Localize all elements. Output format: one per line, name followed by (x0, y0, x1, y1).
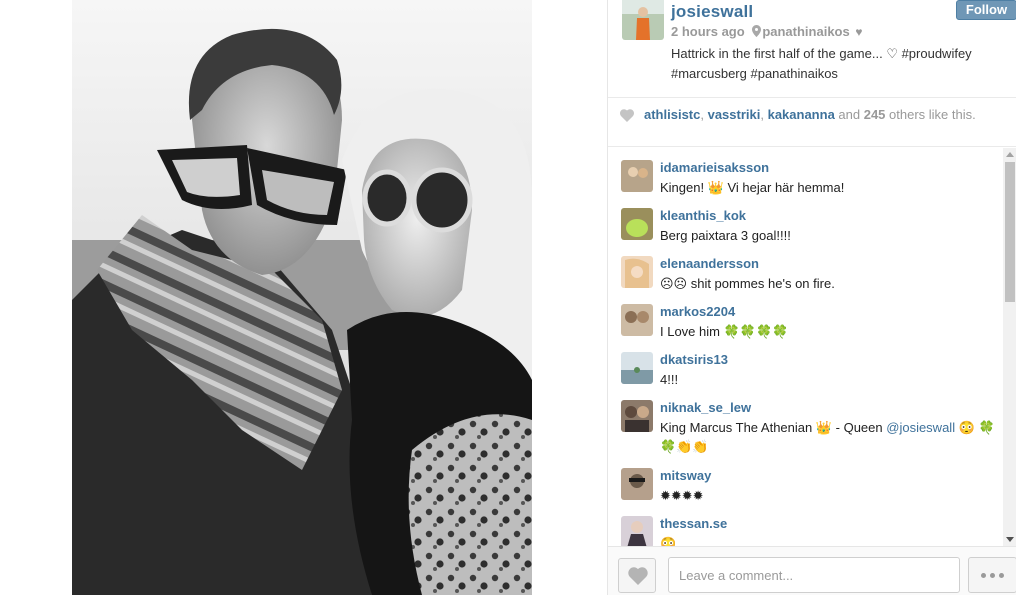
more-options-icon (999, 573, 1004, 578)
post-meta: 2 hours ago panathinaikos ♥ (671, 24, 862, 39)
location-heart-text: ♥ (855, 25, 863, 39)
heart-icon (620, 109, 634, 122)
like-button[interactable] (618, 558, 656, 593)
likes-text: athlisistc, vasstriki, kakananna and 245… (644, 107, 976, 122)
commenter-username[interactable]: elenaandersson (660, 256, 759, 271)
comment-text: 4!!! (660, 372, 679, 387)
comment-item: elenaandersson ☹☹ shit pommes he's on fi… (608, 256, 1003, 300)
comments-scrollbar[interactable] (1003, 148, 1016, 546)
comment-text: 😳 (660, 536, 677, 546)
commenter-username[interactable]: markos2204 (660, 304, 735, 319)
scroll-down-arrow-icon[interactable] (1006, 537, 1014, 542)
comment-footer (608, 546, 1016, 595)
post-caption: Hattrick in the first half of the game..… (671, 46, 972, 81)
liker-user[interactable]: kakananna (768, 107, 835, 122)
commenter-username[interactable]: niknak_se_lew (660, 400, 751, 415)
likes-section: athlisistc, vasstriki, kakananna and 245… (608, 97, 1016, 147)
comment-text: Berg paixtara 3 goal!!!! (660, 228, 791, 243)
commenter-username[interactable]: dkatsiris13 (660, 352, 728, 367)
like-heart-icon (628, 567, 648, 585)
owner-username[interactable]: josieswall (671, 2, 753, 22)
comment-mention[interactable]: @josieswall (886, 420, 955, 435)
commenter-username[interactable]: thessan.se (660, 516, 727, 531)
comment-text-part: King Marcus The Athenian 👑 - Queen (660, 420, 887, 435)
more-options-icon (981, 573, 986, 578)
comment-item: kleanthis_kok Berg paixtara 3 goal!!!! (608, 208, 1003, 252)
liker-user[interactable]: athlisistc (644, 107, 700, 122)
owner-avatar[interactable] (622, 0, 664, 40)
comment-item: dkatsiris13 4!!! (608, 352, 1003, 396)
commenter-avatar[interactable] (621, 468, 653, 500)
commenter-avatar[interactable] (621, 208, 653, 240)
comment-text: King Marcus The Athenian 👑 - Queen @josi… (660, 418, 995, 456)
likes-count[interactable]: 245 (864, 107, 886, 122)
commenter-avatar[interactable] (621, 516, 653, 546)
comment-text: I Love him 🍀🍀🍀🍀 (660, 324, 789, 339)
commenter-avatar[interactable] (621, 304, 653, 336)
commenter-avatar[interactable] (621, 400, 653, 432)
commenter-avatar[interactable] (621, 256, 653, 288)
comment-item: idamarieisaksson Kingen! 👑 Vi hejar här … (608, 160, 1003, 204)
comment-text: Kingen! 👑 Vi hejar här hemma! (660, 180, 845, 195)
location-pin-icon (752, 25, 762, 37)
scrollbar-thumb[interactable] (1005, 162, 1015, 302)
scroll-up-arrow-icon[interactable] (1006, 152, 1014, 157)
post-photo[interactable] (72, 0, 532, 595)
post-time[interactable]: 2 hours ago (671, 24, 745, 39)
commenter-username[interactable]: mitsway (660, 468, 711, 483)
comment-item: markos2204 I Love him 🍀🍀🍀🍀 (608, 304, 1003, 348)
comment-item: thessan.se 😳 (608, 516, 1003, 546)
comment-text: ✹✹✹✹ (660, 488, 704, 503)
comment-item: mitsway ✹✹✹✹ (608, 468, 1003, 512)
liker-user[interactable]: vasstriki (708, 107, 761, 122)
comment-input[interactable] (668, 557, 960, 593)
likes-separator: , (700, 107, 708, 122)
commenter-username[interactable]: idamarieisaksson (660, 160, 769, 175)
follow-button[interactable]: Follow (956, 0, 1016, 20)
commenter-avatar[interactable] (621, 352, 653, 384)
instagram-post-view: josieswall Follow 2 hours ago panathinai… (0, 0, 1016, 595)
post-side-panel: josieswall Follow 2 hours ago panathinai… (607, 0, 1016, 595)
likes-and-text: and (834, 107, 864, 122)
more-options-button[interactable] (968, 557, 1016, 593)
comment-list: idamarieisaksson Kingen! 👑 Vi hejar här … (608, 148, 1016, 546)
commenter-avatar[interactable] (621, 160, 653, 192)
post-location[interactable]: panathinaikos (762, 24, 849, 39)
post-header: josieswall Follow 2 hours ago panathinai… (608, 0, 1016, 97)
likes-suffix: others like this. (885, 107, 976, 122)
likes-separator: , (760, 107, 768, 122)
comment-item: niknak_se_lew King Marcus The Athenian 👑… (608, 400, 1003, 464)
commenter-username[interactable]: kleanthis_kok (660, 208, 746, 223)
more-options-icon (990, 573, 995, 578)
comment-text: ☹☹ shit pommes he's on fire. (660, 276, 835, 291)
